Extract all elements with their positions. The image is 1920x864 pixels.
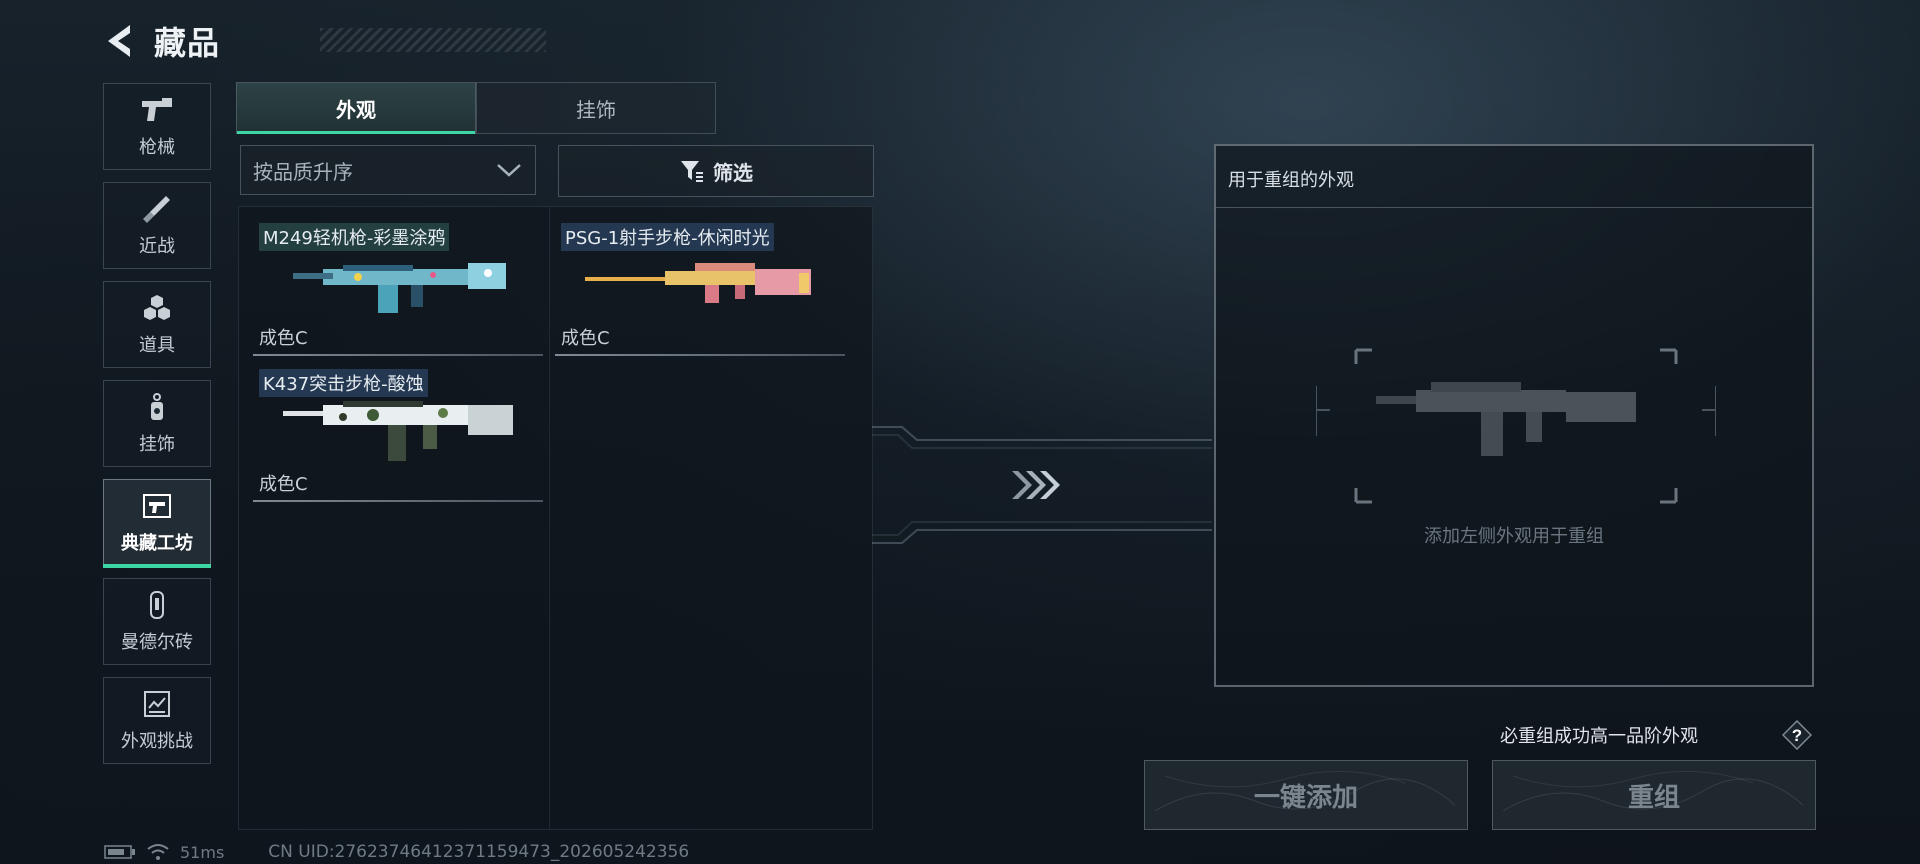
category-sidebar: 枪械 近战 道具 挂饰 典藏工坊 曼德尔砖 外观挑战	[103, 83, 213, 776]
status-bar: 51ms CN UID:27623746412371159473_2026052…	[104, 840, 689, 864]
card-underline	[555, 354, 845, 356]
svg-text:?: ?	[1792, 726, 1802, 745]
help-icon[interactable]: ?	[1782, 720, 1812, 750]
tab-charms[interactable]: 挂饰	[476, 82, 716, 134]
skin-card-k437[interactable]: K437突击步枪-酸蚀 成色C	[253, 357, 543, 502]
card-underline	[253, 500, 543, 502]
sidebar-item-label: 挂饰	[139, 433, 175, 455]
skin-grade: 成色C	[259, 474, 308, 495]
skin-card-psg1[interactable]: PSG-1射手步枪-休闲时光 成色C	[555, 211, 845, 356]
remake-panel-title: 用于重组的外观	[1216, 146, 1812, 208]
remake-label: 重组	[1627, 782, 1680, 813]
sort-dropdown[interactable]: 按品质升序	[240, 145, 536, 195]
sidebar-item-charms[interactable]: 挂饰	[103, 380, 211, 467]
sidebar-item-mandel-brick[interactable]: 曼德尔砖	[103, 578, 211, 665]
filter-label: 筛选	[713, 160, 753, 185]
card-underline	[253, 354, 543, 356]
sidebar-item-challenges[interactable]: 外观挑战	[103, 677, 211, 764]
grid-divider	[549, 207, 550, 829]
tab-bar: 外观 挂饰	[236, 82, 716, 134]
skin-grade: 成色C	[561, 328, 610, 349]
remake-slot-panel[interactable]: 用于重组的外观 添加左侧外观用于重组	[1214, 144, 1814, 687]
pistol-icon	[142, 97, 172, 121]
remake-hint: 添加左侧外观用于重组	[1424, 526, 1604, 547]
skin-grade: 成色C	[259, 328, 308, 349]
remake-button[interactable]: 重组	[1492, 760, 1816, 830]
sidebar-item-guns[interactable]: 枪械	[103, 83, 211, 170]
grenade-icon	[144, 294, 170, 320]
page-header: 藏品	[100, 18, 546, 64]
skin-grid: M249轻机枪-彩墨涂鸦 成色C PSG-1射手步枪-休闲时光 成色C K437…	[238, 206, 873, 830]
skin-card-m249[interactable]: M249轻机枪-彩墨涂鸦 成色C	[253, 211, 543, 356]
battery-icon	[104, 845, 135, 859]
sidebar-item-label: 近战	[139, 235, 175, 257]
quick-add-button[interactable]: 一键添加	[1144, 760, 1468, 830]
quick-add-label: 一键添加	[1253, 782, 1358, 813]
chevron-down-icon	[497, 164, 521, 177]
page-title: 藏品	[154, 24, 221, 62]
sidebar-item-melee[interactable]: 近战	[103, 182, 211, 269]
tab-skins[interactable]: 外观	[236, 82, 476, 134]
sidebar-item-label: 道具	[139, 334, 175, 356]
sidebar-item-label: 曼德尔砖	[121, 631, 193, 653]
filter-icon	[681, 161, 703, 182]
remake-guarantee-notice: 必重组成功高一品阶外观	[1500, 726, 1698, 747]
sort-value: 按品质升序	[253, 159, 353, 184]
ping-value: 51ms	[180, 842, 225, 862]
brick-icon	[150, 590, 164, 619]
sidebar-item-label: 枪械	[139, 136, 175, 158]
rifle-placeholder-icon	[1316, 348, 1716, 504]
user-uid: CN UID:27623746412371159473_202605242356	[268, 842, 690, 862]
sidebar-item-workshop[interactable]: 典藏工坊	[103, 479, 211, 568]
triple-chevron-icon	[1012, 471, 1060, 499]
m249-skin-image	[293, 263, 506, 313]
title-decoration	[320, 28, 546, 52]
connector-lines	[872, 426, 1212, 544]
sidebar-item-gadgets[interactable]: 道具	[103, 281, 211, 368]
psg1-skin-image	[585, 263, 811, 303]
challenge-icon	[144, 690, 170, 717]
charm-icon	[151, 392, 163, 420]
knife-icon	[143, 195, 170, 223]
k437-skin-image	[283, 401, 513, 461]
sidebar-item-label: 外观挑战	[121, 730, 193, 752]
back-arrow-icon[interactable]	[100, 21, 140, 61]
sidebar-item-label: 典藏工坊	[121, 532, 193, 554]
filter-button[interactable]: 筛选	[558, 145, 874, 197]
wifi-icon	[147, 844, 169, 860]
workshop-icon	[143, 493, 171, 518]
